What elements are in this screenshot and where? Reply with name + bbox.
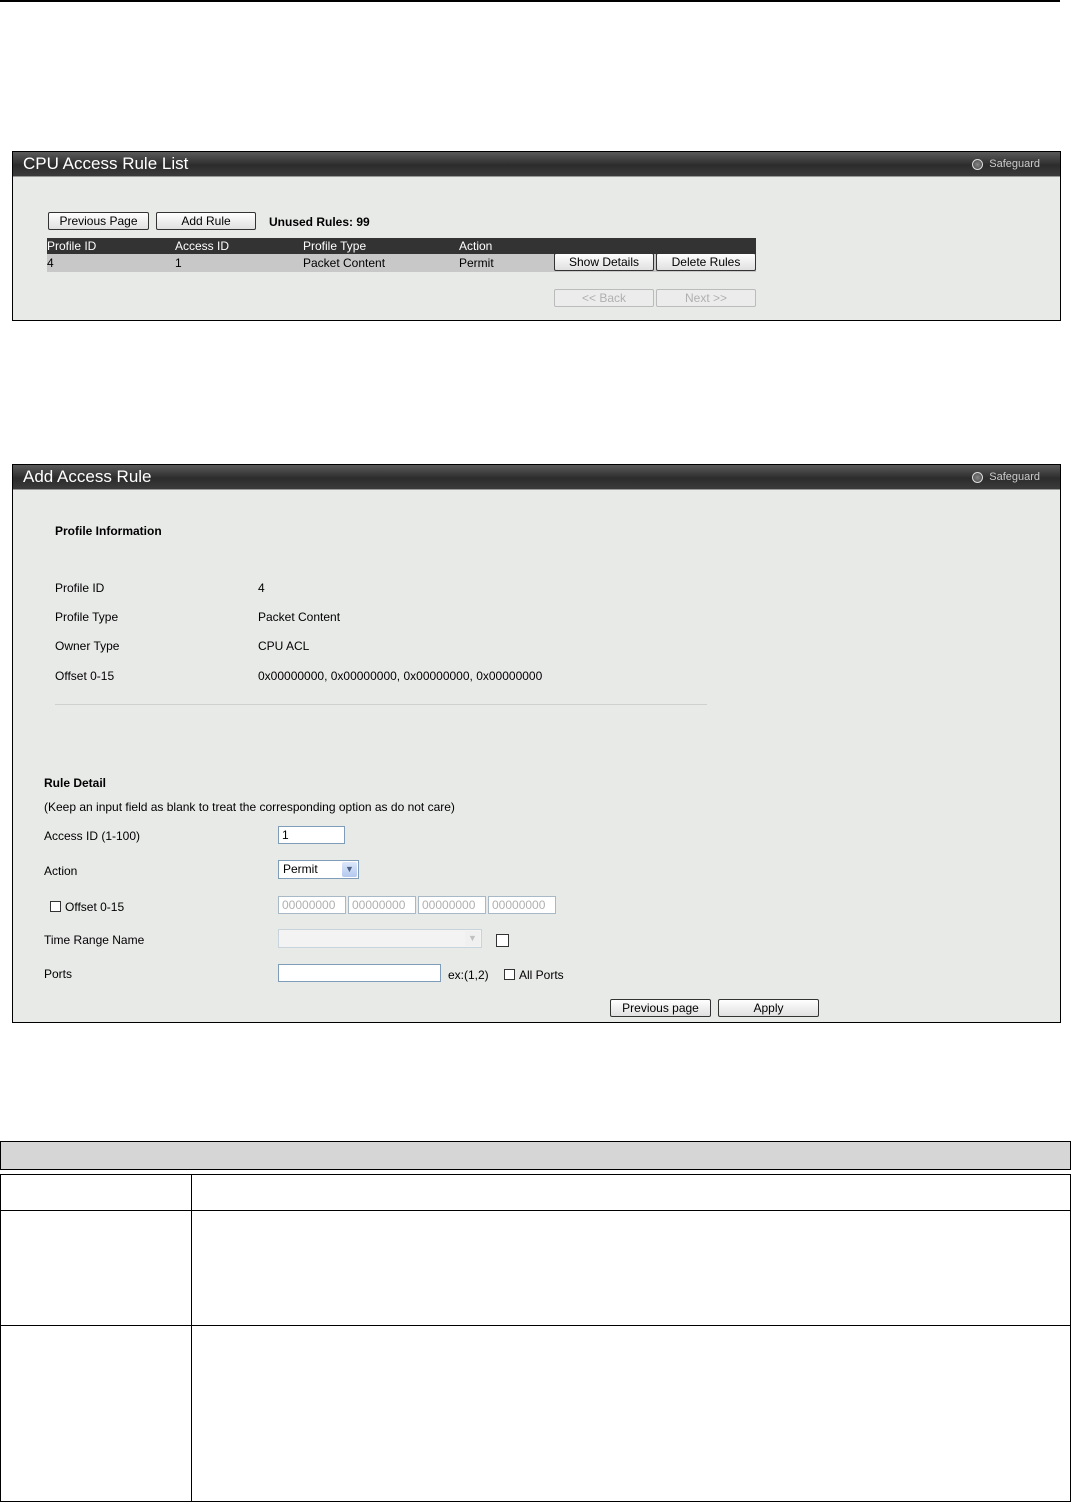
add-access-rule-panel: Add Access Rule Safeguard Profile Inform… bbox=[12, 464, 1061, 1023]
row-action: Permit bbox=[459, 256, 494, 270]
profile-id-value: 4 bbox=[258, 581, 265, 595]
chevron-down-icon: ▼ bbox=[342, 862, 357, 877]
description-cell bbox=[191, 1210, 1071, 1326]
owner-type-value: CPU ACL bbox=[258, 639, 310, 653]
page-top-rule bbox=[0, 0, 1060, 2]
panel-title-bar: CPU Access Rule List Safeguard bbox=[13, 152, 1060, 177]
action-selected-value: Permit bbox=[283, 862, 318, 876]
time-range-checkbox[interactable] bbox=[496, 934, 509, 947]
owner-type-label: Owner Type bbox=[55, 639, 120, 653]
col-profile-id: Profile ID bbox=[47, 239, 97, 253]
ports-example: ex:(1,2) bbox=[448, 968, 489, 982]
profile-id-label: Profile ID bbox=[55, 581, 105, 595]
section-divider bbox=[55, 704, 707, 705]
offset-input-2[interactable]: 00000000 bbox=[348, 896, 416, 914]
back-button[interactable]: << Back bbox=[554, 289, 654, 307]
all-ports-label: All Ports bbox=[519, 968, 564, 982]
all-ports-checkbox[interactable] bbox=[504, 969, 515, 980]
description-cell bbox=[191, 1325, 1071, 1502]
parameter-cell bbox=[0, 1325, 192, 1502]
action-label: Action bbox=[44, 864, 78, 878]
rule-detail-heading: Rule Detail bbox=[44, 776, 107, 790]
chevron-down-icon: ▼ bbox=[465, 931, 480, 946]
row-profile-id: 4 bbox=[47, 256, 54, 270]
ports-label: Ports bbox=[44, 967, 73, 981]
offset-input-4[interactable]: 00000000 bbox=[488, 896, 556, 914]
panel-title: CPU Access Rule List bbox=[23, 154, 189, 173]
access-id-label: Access ID (1-100) bbox=[44, 829, 141, 843]
offset-input-1[interactable]: 00000000 bbox=[278, 896, 346, 914]
profile-type-label: Profile Type bbox=[55, 610, 119, 624]
offset-info-value: 0x00000000, 0x00000000, 0x00000000, 0x00… bbox=[258, 669, 543, 683]
offset-info-label: Offset 0-15 bbox=[55, 669, 115, 683]
offset-input-3[interactable]: 00000000 bbox=[418, 896, 486, 914]
profile-information-heading: Profile Information bbox=[55, 524, 162, 538]
col-action: Action bbox=[459, 239, 493, 253]
offset-checkbox[interactable] bbox=[50, 901, 61, 912]
col-profile-type: Profile Type bbox=[303, 239, 367, 253]
safeguard-icon bbox=[972, 471, 984, 483]
add-rule-button[interactable]: Add Rule bbox=[156, 212, 256, 230]
access-id-input[interactable] bbox=[278, 826, 345, 844]
description-cell bbox=[191, 1174, 1071, 1211]
rule-list-header: Profile ID Access ID Profile Type Action bbox=[47, 238, 756, 254]
row-profile-type: Packet Content bbox=[303, 256, 386, 270]
previous-page-button[interactable]: Previous page bbox=[610, 999, 711, 1017]
next-button[interactable]: Next >> bbox=[656, 289, 756, 307]
action-select[interactable]: Permit ▼ bbox=[278, 860, 359, 879]
apply-button[interactable]: Apply bbox=[718, 999, 819, 1017]
delete-rules-button[interactable]: Delete Rules bbox=[656, 253, 756, 271]
row-access-id: 1 bbox=[175, 256, 182, 270]
safeguard-icon bbox=[972, 158, 984, 170]
unused-rules-count: Unused Rules: 99 bbox=[269, 215, 370, 229]
rule-detail-note: (Keep an input field as blank to treat t… bbox=[44, 800, 455, 814]
profile-type-value: Packet Content bbox=[258, 610, 341, 624]
safeguard-indicator[interactable]: Safeguard bbox=[972, 465, 1040, 489]
panel-title: Add Access Rule bbox=[23, 467, 152, 486]
time-range-label: Time Range Name bbox=[44, 933, 145, 947]
safeguard-indicator[interactable]: Safeguard bbox=[972, 152, 1040, 176]
previous-page-button[interactable]: Previous Page bbox=[48, 212, 149, 230]
cpu-access-rule-list-panel: CPU Access Rule List Safeguard Previous … bbox=[12, 151, 1061, 321]
description-table bbox=[0, 1141, 1071, 1502]
panel-title-bar: Add Access Rule Safeguard bbox=[13, 465, 1060, 490]
offset-label: Offset 0-15 bbox=[65, 900, 125, 914]
time-range-select[interactable]: ▼ bbox=[278, 929, 482, 948]
ports-input[interactable] bbox=[278, 964, 441, 982]
description-table-header bbox=[0, 1141, 1071, 1170]
parameter-cell bbox=[0, 1210, 192, 1326]
col-access-id: Access ID bbox=[175, 239, 230, 253]
parameter-cell bbox=[0, 1174, 192, 1211]
show-details-button[interactable]: Show Details bbox=[554, 253, 654, 271]
